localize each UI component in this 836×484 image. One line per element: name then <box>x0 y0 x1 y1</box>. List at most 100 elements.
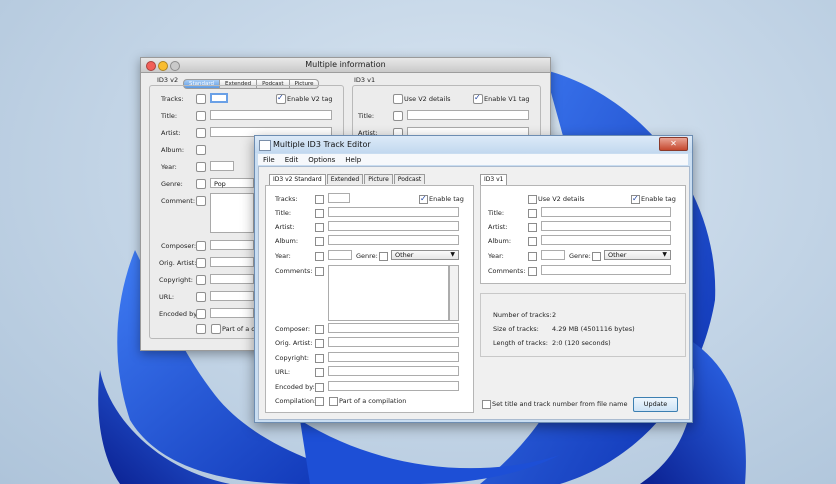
artist-input[interactable] <box>328 221 459 231</box>
menu-options[interactable]: Options <box>303 156 340 164</box>
tracks-label: Tracks: <box>275 195 298 203</box>
tracks-input[interactable] <box>328 193 350 203</box>
tracks-input[interactable] <box>210 93 228 103</box>
enable-v1-checkbox[interactable] <box>473 93 483 104</box>
year-input[interactable] <box>210 161 234 171</box>
artist-checkbox[interactable] <box>315 223 324 232</box>
v1-album-checkbox[interactable] <box>528 237 537 246</box>
v1-year-label: Year: <box>488 252 504 260</box>
copyright-checkbox[interactable] <box>196 275 206 285</box>
part-of-compilation-checkbox[interactable] <box>211 324 221 334</box>
enable-v2-checkbox[interactable] <box>276 93 286 104</box>
v1-artist-input[interactable] <box>541 221 671 231</box>
menu-edit[interactable]: Edit <box>280 156 304 164</box>
close-button[interactable]: ✕ <box>659 137 688 151</box>
comments-checkbox[interactable] <box>315 267 324 276</box>
album-checkbox[interactable] <box>315 237 324 246</box>
copyright-checkbox[interactable] <box>315 354 324 363</box>
artist-label: Artist: <box>275 223 295 231</box>
composer-input[interactable] <box>328 323 459 333</box>
orig-artist-checkbox[interactable] <box>196 258 206 268</box>
encoded-by-input[interactable] <box>210 308 254 318</box>
orig-artist-input[interactable] <box>210 257 254 267</box>
enable-v1-tag-checkbox[interactable] <box>631 194 640 204</box>
url-checkbox[interactable] <box>196 292 206 302</box>
v1-title-checkbox[interactable] <box>393 111 403 121</box>
url-label: URL: <box>275 368 291 376</box>
artist-checkbox[interactable] <box>196 128 206 138</box>
album-checkbox[interactable] <box>196 145 206 155</box>
genre-checkbox[interactable] <box>379 252 388 261</box>
composer-checkbox[interactable] <box>315 325 324 334</box>
tab-id3v2-standard[interactable]: ID3 v2 Standard <box>269 174 326 185</box>
year-checkbox[interactable] <box>315 252 324 261</box>
title-label: Title: <box>275 209 292 217</box>
v1-comments-checkbox[interactable] <box>528 267 537 276</box>
comments-scrollbar[interactable] <box>449 265 459 321</box>
composer-input[interactable] <box>210 240 254 250</box>
v1-title-input[interactable] <box>541 207 671 217</box>
title-input[interactable] <box>210 110 332 120</box>
tab-extended[interactable]: Extended <box>326 174 364 184</box>
album-input[interactable] <box>328 235 459 245</box>
encoded-by-checkbox[interactable] <box>196 309 206 319</box>
compilation-checkbox[interactable] <box>196 324 206 334</box>
url-input[interactable] <box>210 291 254 301</box>
comment-checkbox[interactable] <box>196 196 206 206</box>
v1-artist-checkbox[interactable] <box>528 223 537 232</box>
composer-checkbox[interactable] <box>196 241 206 251</box>
url-input[interactable] <box>328 366 459 376</box>
encoded-by-checkbox[interactable] <box>315 383 324 392</box>
use-v2-details-checkbox[interactable] <box>393 94 403 104</box>
genre-select[interactable]: Other ▼ <box>391 250 459 260</box>
tracks-checkbox[interactable] <box>315 195 324 204</box>
compilation-checkbox[interactable] <box>315 397 324 406</box>
comment-textarea[interactable] <box>210 193 254 233</box>
menu-file[interactable]: File <box>258 156 280 164</box>
year-input[interactable] <box>328 250 352 260</box>
encoded-by-input[interactable] <box>328 381 459 391</box>
copyright-input[interactable] <box>328 352 459 362</box>
zoom-dot-icon[interactable] <box>170 61 180 71</box>
set-title-track-checkbox[interactable] <box>482 400 491 409</box>
v1-comments-input[interactable] <box>541 265 671 275</box>
id3v1-tabs: ID3 v1 <box>480 174 508 185</box>
orig-artist-input[interactable] <box>328 337 459 347</box>
url-checkbox[interactable] <box>315 368 324 377</box>
copyright-input[interactable] <box>210 274 254 284</box>
v1-title-checkbox[interactable] <box>528 209 537 218</box>
tab-podcast[interactable]: Podcast <box>393 174 426 184</box>
title-checkbox[interactable] <box>196 111 206 121</box>
genre-select-value: Other <box>395 251 414 259</box>
v1-genre-select[interactable]: Other ▼ <box>604 250 671 260</box>
v1-year-input[interactable] <box>541 250 565 260</box>
orig-artist-label: Orig. Artist: <box>159 259 197 267</box>
close-dot-icon[interactable] <box>146 61 156 71</box>
genre-input[interactable]: Pop <box>210 178 254 188</box>
v1-album-input[interactable] <box>541 235 671 245</box>
menu-help[interactable]: Help <box>340 156 366 164</box>
v1-genre-checkbox[interactable] <box>592 252 601 261</box>
v1-title-input[interactable] <box>407 110 529 120</box>
year-checkbox[interactable] <box>196 162 206 172</box>
update-button[interactable]: Update <box>633 397 678 412</box>
minimize-dot-icon[interactable] <box>158 61 168 71</box>
tab-picture[interactable]: Picture <box>364 174 393 184</box>
window-title: Multiple ID3 Track Editor <box>273 140 371 149</box>
comment-label: Comment: <box>161 197 196 205</box>
genre-checkbox[interactable] <box>196 179 206 189</box>
tab-id3v1[interactable]: ID3 v1 <box>480 174 508 185</box>
tracks-label: Tracks: <box>161 95 184 103</box>
enable-v2-tag-checkbox[interactable] <box>419 194 428 204</box>
tracks-checkbox[interactable] <box>196 94 206 104</box>
part-of-compilation-checkbox[interactable] <box>329 397 338 406</box>
enable-v1-label: Enable V1 tag <box>484 95 530 103</box>
v1-year-checkbox[interactable] <box>528 252 537 261</box>
v1-title-label: Title: <box>358 112 375 120</box>
orig-artist-checkbox[interactable] <box>315 339 324 348</box>
enable-v2-tag-label: Enable tag <box>429 195 464 203</box>
title-input[interactable] <box>328 207 459 217</box>
use-v2-details-checkbox[interactable] <box>528 195 537 204</box>
title-checkbox[interactable] <box>315 209 324 218</box>
comments-textarea[interactable] <box>328 265 449 321</box>
